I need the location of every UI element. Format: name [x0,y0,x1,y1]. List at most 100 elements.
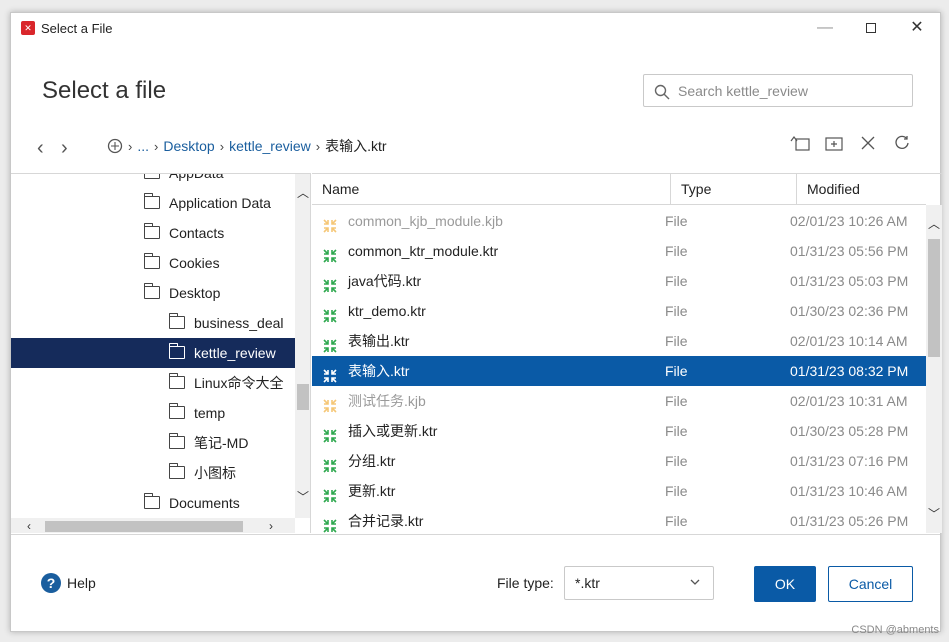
help-link[interactable]: ? Help [41,573,96,593]
tree-item[interactable]: Contacts [11,218,295,248]
breadcrumb-kettle-review[interactable]: kettle_review [229,138,311,154]
breadcrumb-desktop[interactable]: Desktop [163,138,214,154]
kettle-transformation-icon [322,514,338,533]
ok-button[interactable]: OK [754,566,816,602]
refresh-icon[interactable] [892,133,912,153]
file-modified: 01/31/23 08:32 PM [790,363,909,379]
breadcrumb-ellipsis[interactable]: ... [137,138,149,154]
chevron-down-icon [690,579,700,585]
file-type-label: File type: [497,575,554,591]
files-vertical-scroll-thumb[interactable] [928,239,940,357]
column-header-modified[interactable]: Modified [796,174,926,205]
search-icon [654,84,670,100]
scroll-up-arrow-icon[interactable]: ︿ [926,215,942,232]
tree-horizontal-scroll-thumb[interactable] [45,521,243,532]
new-folder-icon[interactable] [824,133,844,153]
file-row[interactable]: 测试任务.kjb File 02/01/23 10:31 AM [312,386,926,416]
dialog-heading: Select a file [42,77,167,104]
minimize-button[interactable]: — [802,13,848,43]
scroll-down-arrow-icon[interactable]: ﹀ [295,488,310,505]
file-name: common_kjb_module.kjb [348,213,503,229]
file-type: File [665,393,688,409]
maximize-button[interactable] [848,13,894,43]
kettle-job-icon [322,214,338,233]
search-box[interactable] [643,74,913,107]
file-list-header: Name Type Modified [312,174,926,205]
tree-item-label: Contacts [169,225,225,241]
folder-icon [168,433,185,449]
scroll-up-arrow-icon[interactable]: ︿ [295,184,310,201]
up-folder-icon[interactable] [790,133,810,153]
kettle-transformation-icon [322,364,338,383]
file-row[interactable]: 表输出.ktr File 02/01/23 10:14 AM [312,326,926,356]
tree-horizontal-scrollbar[interactable]: ‹ › [11,518,295,533]
tree-item[interactable]: temp [11,398,295,428]
tree-item[interactable]: kettle_review [11,338,295,368]
tree-item[interactable]: business_deal [11,308,295,338]
column-header-name[interactable]: Name [312,174,670,205]
app-logo-icon: ✕ [21,21,35,35]
file-name: 分组.ktr [348,453,396,469]
tree-vertical-scroll-thumb[interactable] [297,384,309,410]
file-type: File [665,243,688,259]
scroll-right-arrow-icon[interactable]: › [269,518,273,533]
file-modified: 02/01/23 10:14 AM [790,333,908,349]
close-button[interactable]: ✕ [894,13,940,43]
tree-item[interactable]: Linux命令大全 [11,368,295,398]
folder-icon [143,493,160,509]
file-list: Name Type Modified common_kjb_module.kjb… [312,173,942,533]
file-row[interactable]: java代码.ktr File 01/31/23 05:03 PM [312,266,926,296]
back-arrow-icon[interactable]: ‹ [37,137,44,160]
tree-item-label: 笔记-MD [194,435,249,451]
folder-icon [143,253,160,269]
file-toolbar [790,133,912,153]
tree-item[interactable]: Cookies [11,248,295,278]
file-row[interactable]: 插入或更新.ktr File 01/30/23 05:28 PM [312,416,926,446]
scroll-left-arrow-icon[interactable]: ‹ [27,518,31,533]
forward-arrow-icon[interactable]: › [61,137,68,160]
file-type-select[interactable]: *.ktr [564,566,714,600]
file-row[interactable]: 表输入.ktr File 01/31/23 08:32 PM [312,356,926,386]
tree-item-label: Cookies [169,255,220,271]
file-type: File [665,483,688,499]
breadcrumb-separator: › [219,138,225,154]
scroll-down-arrow-icon[interactable]: ﹀ [926,505,942,522]
file-type: File [665,453,688,469]
delete-icon[interactable] [858,133,878,153]
file-row[interactable]: 合并记录.ktr File 01/31/23 05:26 PM [312,506,926,533]
column-header-type[interactable]: Type [670,174,796,205]
file-modified: 01/31/23 05:26 PM [790,513,909,529]
breadcrumb-separator: › [154,138,159,154]
file-row[interactable]: 更新.ktr File 01/31/23 10:46 AM [312,476,926,506]
tree-vertical-scrollbar[interactable]: ︿ ﹀ [295,174,310,518]
tree-item[interactable]: 小图标 [11,458,295,488]
search-input[interactable] [678,81,903,101]
tree-item[interactable]: Documents [11,488,295,518]
file-row[interactable]: ktr_demo.ktr File 01/30/23 02:36 PM [312,296,926,326]
file-dialog-window: ✕ Select a File — ✕ Select a file ‹ › › … [10,12,942,632]
window-title: Select a File [41,21,113,36]
files-vertical-scrollbar[interactable]: ︿ ﹀ [926,205,942,533]
tree-item[interactable]: Application Data [11,188,295,218]
cancel-button[interactable]: Cancel [828,566,913,602]
file-name: 合并记录.ktr [348,513,424,529]
kettle-transformation-icon [322,424,338,443]
file-modified: 01/31/23 05:56 PM [790,243,909,259]
kettle-transformation-icon [322,274,338,293]
computer-root-icon[interactable] [107,138,123,154]
file-modified: 01/30/23 05:28 PM [790,423,909,439]
file-name: 更新.ktr [348,483,396,499]
file-row[interactable]: common_ktr_module.ktr File 01/31/23 05:56 … [312,236,926,266]
kettle-transformation-icon [322,304,338,323]
tree-item[interactable]: Desktop [11,278,295,308]
file-name: common_ktr_module.ktr [348,243,499,259]
file-type: File [665,363,688,379]
file-row[interactable]: 分组.ktr File 01/31/23 07:16 PM [312,446,926,476]
tree-item[interactable]: 笔记-MD [11,428,295,458]
file-modified: 01/31/23 05:03 PM [790,273,909,289]
title-bar: ✕ Select a File — ✕ [11,13,940,43]
folder-icon [144,174,160,179]
file-row[interactable]: common_kjb_module.kjb File 02/01/23 10:26 … [312,206,926,236]
tree-item[interactable]: AppData [11,174,295,188]
folder-icon [143,223,160,239]
